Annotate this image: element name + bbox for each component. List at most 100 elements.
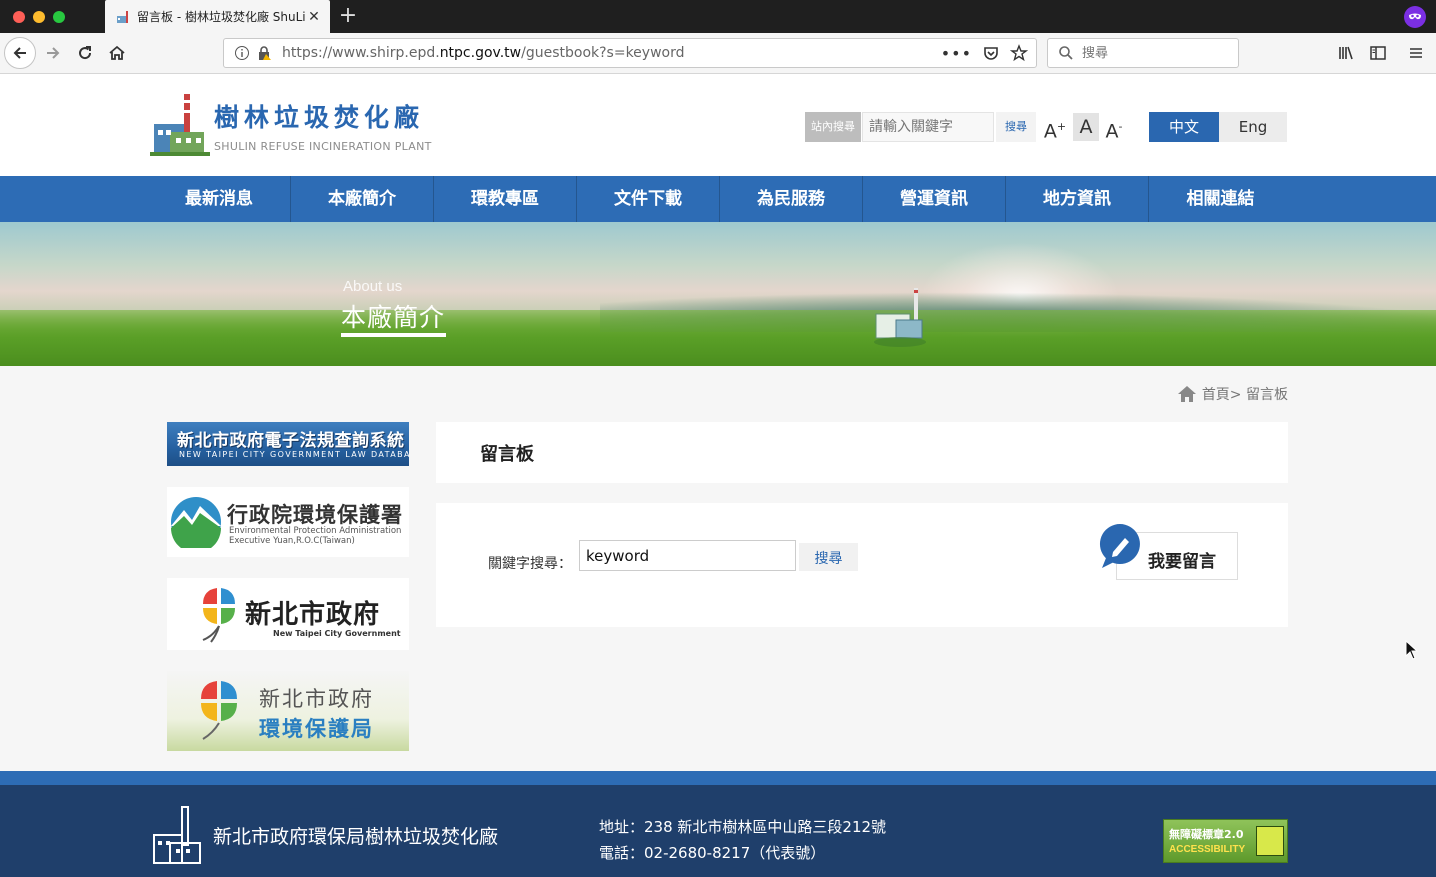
- guestbook-search-panel: 關鍵字搜尋： 搜尋 我要留言: [436, 503, 1288, 627]
- site-footer: 新北市政府環保局樹林垃圾焚化廠 地址：238 新北市樹林區中山路三段212號 電…: [0, 785, 1436, 877]
- extension-mask-icon[interactable]: [1404, 6, 1426, 28]
- nav-item-education[interactable]: 環教專區: [434, 176, 577, 222]
- nav-item-local-info[interactable]: 地方資訊: [1006, 176, 1149, 222]
- library-button[interactable]: [1330, 37, 1362, 69]
- sidebar-link-ntpc[interactable]: 新北市政府 New Taipei City Government: [167, 578, 409, 650]
- accessibility-badge-grid-icon: [1256, 826, 1284, 856]
- banner-plant-icon: [874, 288, 926, 347]
- ntpc-logo-icon: [202, 588, 235, 643]
- search-icon: [1059, 46, 1073, 60]
- font-size-small-button[interactable]: A-: [1101, 113, 1127, 142]
- page-banner: About us 本廠簡介: [0, 222, 1436, 366]
- browser-search-bar[interactable]: [1047, 38, 1239, 68]
- language-english-button[interactable]: Eng: [1219, 112, 1287, 142]
- accessibility-badge-subtitle: ACCESSIBILITY: [1169, 844, 1246, 855]
- zoom-window-button[interactable]: [53, 11, 65, 23]
- home-icon: [109, 45, 125, 60]
- arrow-left-icon: [13, 47, 26, 59]
- font-size-large-button[interactable]: A+: [1042, 113, 1068, 142]
- sidebar-link-epd[interactable]: 新北市政府 環境保護局: [167, 671, 409, 751]
- close-window-button[interactable]: [13, 11, 25, 23]
- sidebar-toggle-button[interactable]: [1362, 37, 1394, 69]
- home-button[interactable]: [101, 37, 133, 69]
- bookmark-star-icon[interactable]: [1010, 44, 1028, 62]
- banner-grass: [0, 310, 1436, 366]
- guestbook-title-panel: 留言板: [436, 422, 1288, 483]
- info-icon[interactable]: [234, 45, 250, 61]
- menu-button[interactable]: [1400, 37, 1432, 69]
- url-bar[interactable]: https://www.shirp.epd.ntpc.gov.tw/guestb…: [223, 38, 1037, 68]
- epa-title: 行政院環境保護署: [227, 503, 403, 527]
- epa-logo-icon: [171, 497, 221, 548]
- back-button[interactable]: [4, 37, 36, 69]
- epa-english-line2: Executive Yuan,R.O.C(Taiwan): [229, 536, 355, 546]
- keyword-search-button[interactable]: 搜尋: [799, 543, 858, 571]
- post-message-label: 我要留言: [1148, 552, 1216, 572]
- close-tab-icon[interactable]: ✕: [306, 9, 322, 25]
- epa-english-line1: Environmental Protection Administration: [229, 526, 402, 536]
- keyword-search-input[interactable]: [579, 540, 796, 571]
- footer-phone: 電話：02-2680-8217（代表號）: [599, 844, 826, 862]
- ntpc-english: New Taipei City Government: [273, 629, 401, 638]
- sidebar-link-law-database[interactable]: 新北市政府電子法規查詢系統 NEW TAIPEI CITY GOVERNMENT…: [167, 422, 409, 466]
- banner-title-underline: [341, 333, 446, 337]
- site-search-button[interactable]: 搜尋: [996, 112, 1036, 142]
- site-logo[interactable]: 樹林垃圾焚化廠 SHULIN REFUSE INCINERATION PLANT: [150, 94, 440, 158]
- main-nav: 最新消息 本廠簡介 環教專區 文件下載 為民服務 營運資訊 地方資訊 相關連結: [0, 176, 1436, 222]
- tab-title: 留言板 - 樹林垃圾焚化廠 ShuLin: [137, 10, 306, 24]
- nav-item-operations[interactable]: 營運資訊: [863, 176, 1006, 222]
- library-icon: [1339, 46, 1353, 60]
- logo-name: 樹林垃圾焚化廠: [214, 103, 425, 132]
- site-header: 樹林垃圾焚化廠 SHULIN REFUSE INCINERATION PLANT…: [0, 74, 1436, 176]
- epd-title-line1: 新北市政府: [259, 687, 374, 711]
- mouse-cursor-icon: [1405, 640, 1419, 660]
- reload-button[interactable]: [69, 37, 101, 69]
- nav-item-links[interactable]: 相關連結: [1149, 176, 1292, 222]
- banner-subtitle: About us: [343, 278, 403, 295]
- browser-tab-active[interactable]: 留言板 - 樹林垃圾焚化廠 ShuLin ✕: [105, 0, 330, 33]
- logo-english-name: SHULIN REFUSE INCINERATION PLANT: [214, 140, 432, 153]
- site-favicon-icon: [117, 10, 128, 23]
- pencil-icon[interactable]: [1098, 522, 1142, 574]
- browser-toolbar: https://www.shirp.epd.ntpc.gov.tw/guestb…: [0, 33, 1436, 74]
- breadcrumb: 首頁> 留言板: [1177, 384, 1288, 404]
- new-tab-button[interactable]: +: [338, 4, 358, 28]
- keyword-search-label: 關鍵字搜尋：: [488, 556, 572, 572]
- sidebar-icon: [1370, 46, 1386, 60]
- footer-address: 地址：238 新北市樹林區中山路三段212號: [599, 818, 887, 836]
- page-title: 留言板: [480, 444, 534, 465]
- font-size-medium-button[interactable]: A: [1073, 113, 1099, 141]
- site-search-label: 站內搜尋: [805, 112, 861, 142]
- page-actions-icon[interactable]: •••: [941, 44, 972, 63]
- sidebar-link-epa[interactable]: 行政院環境保護署 Environmental Protection Admini…: [167, 487, 409, 557]
- nav-item-services[interactable]: 為民服務: [720, 176, 863, 222]
- footer-plant-logo-icon: [153, 806, 201, 864]
- law-database-title: 新北市政府電子法規查詢系統: [177, 431, 405, 451]
- banner-title: 本廠簡介: [341, 303, 446, 332]
- epd-title-line2: 環境保護局: [259, 717, 374, 741]
- incinerator-plant-logo-icon: [150, 94, 210, 156]
- accessibility-badge[interactable]: 無障礙標章2.0 ACCESSIBILITY: [1163, 819, 1288, 863]
- footer-organization-name: 新北市政府環保局樹林垃圾焚化廠: [213, 826, 499, 848]
- arrow-right-icon: [47, 47, 60, 59]
- nav-item-about[interactable]: 本廠簡介: [291, 176, 434, 222]
- nav-item-downloads[interactable]: 文件下載: [577, 176, 720, 222]
- home-icon[interactable]: [1177, 385, 1197, 403]
- nav-item-news[interactable]: 最新消息: [148, 176, 291, 222]
- browser-search-input[interactable]: [1082, 45, 1222, 61]
- pocket-icon[interactable]: [982, 44, 1000, 62]
- accessibility-badge-title: 無障礙標章2.0: [1169, 828, 1244, 841]
- lock-warning-icon[interactable]: [256, 45, 272, 61]
- url-text[interactable]: https://www.shirp.epd.ntpc.gov.tw/guestb…: [282, 45, 941, 61]
- browser-titlebar: 留言板 - 樹林垃圾焚化廠 ShuLin ✕ +: [0, 0, 1436, 33]
- language-chinese-button[interactable]: 中文: [1149, 112, 1219, 142]
- minimize-window-button[interactable]: [33, 11, 45, 23]
- breadcrumb-text[interactable]: 首頁> 留言板: [1202, 384, 1288, 404]
- law-database-english: NEW TAIPEI CITY GOVERNMENT LAW DATABASE: [179, 450, 409, 459]
- hamburger-menu-icon: [1410, 48, 1422, 58]
- forward-button[interactable]: [37, 37, 69, 69]
- ntpc-epd-logo-icon: [201, 681, 237, 740]
- ntpc-title: 新北市政府: [245, 600, 381, 630]
- site-search-input[interactable]: [862, 112, 994, 142]
- footer-band: [0, 771, 1436, 785]
